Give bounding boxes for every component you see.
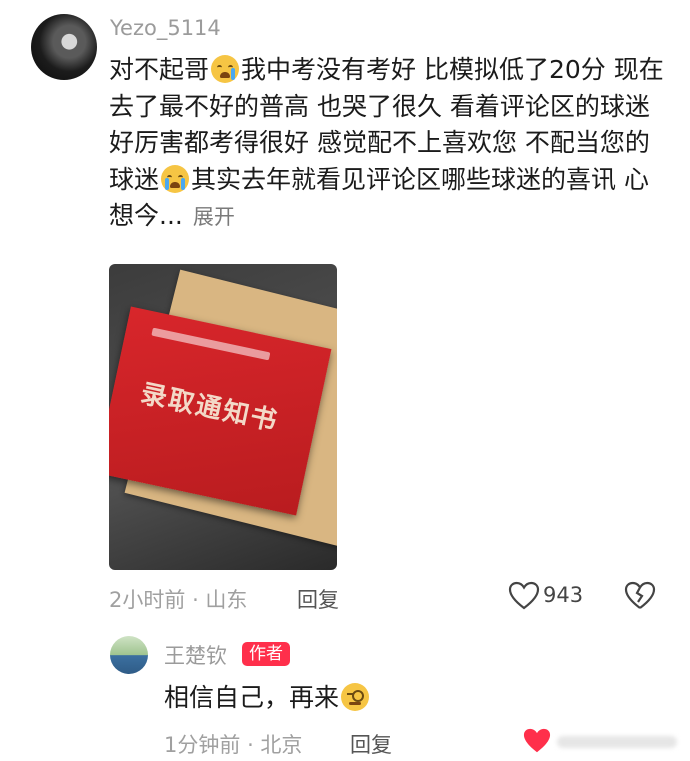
comment-meta: 2小时前 · 山东 xyxy=(109,584,247,614)
author-badge: 作者 xyxy=(242,642,290,666)
letter-title: 录取通知书 xyxy=(137,378,282,438)
reply-location: 北京 xyxy=(260,733,303,757)
smirking-monocle-face-icon xyxy=(341,683,370,711)
reply-avatar[interactable] xyxy=(110,636,148,674)
commenter-avatar[interactable] xyxy=(31,14,97,80)
separator-dot: · xyxy=(192,588,206,612)
reply-username[interactable]: 王楚钦 xyxy=(164,640,227,670)
comment-location: 山东 xyxy=(205,588,248,612)
dislike-broken-heart-icon[interactable] xyxy=(624,581,656,611)
loudly-crying-face-icon xyxy=(161,164,190,193)
reply-reply-button[interactable]: 回复 xyxy=(350,729,392,759)
like-count: 943 xyxy=(543,583,584,607)
reply-body: 相信自己，再来 xyxy=(164,678,371,714)
reply-time: 1分钟前 xyxy=(164,733,241,757)
commenter-username[interactable]: Yezo_5114 xyxy=(110,16,221,40)
comment-text-part3: 其实去年就看见评论区哪些球迷的喜讯 心想今... xyxy=(109,164,649,231)
like-heart-icon[interactable] xyxy=(508,581,540,611)
letter-school-header xyxy=(151,327,271,361)
watermark-overlay xyxy=(557,736,677,748)
crying-face-icon xyxy=(211,55,240,83)
reply-meta: 1分钟前 · 北京 xyxy=(164,729,302,759)
comment-time: 2小时前 xyxy=(109,588,186,612)
expand-button[interactable]: 展开 xyxy=(193,205,235,229)
liked-heart-icon[interactable] xyxy=(522,727,552,755)
comment-photo[interactable]: 录取通知书 xyxy=(109,264,337,570)
reply-text: 相信自己，再来 xyxy=(164,683,340,712)
separator-dot: · xyxy=(247,733,261,757)
comment-body: 对不起哥 我中考没有考好 比模拟低了20分 现在去了最不好的普高 也哭了很久 看着… xyxy=(109,52,669,236)
comment-reply-button[interactable]: 回复 xyxy=(297,584,339,614)
comment-text-part1: 对不起哥 xyxy=(109,55,210,84)
